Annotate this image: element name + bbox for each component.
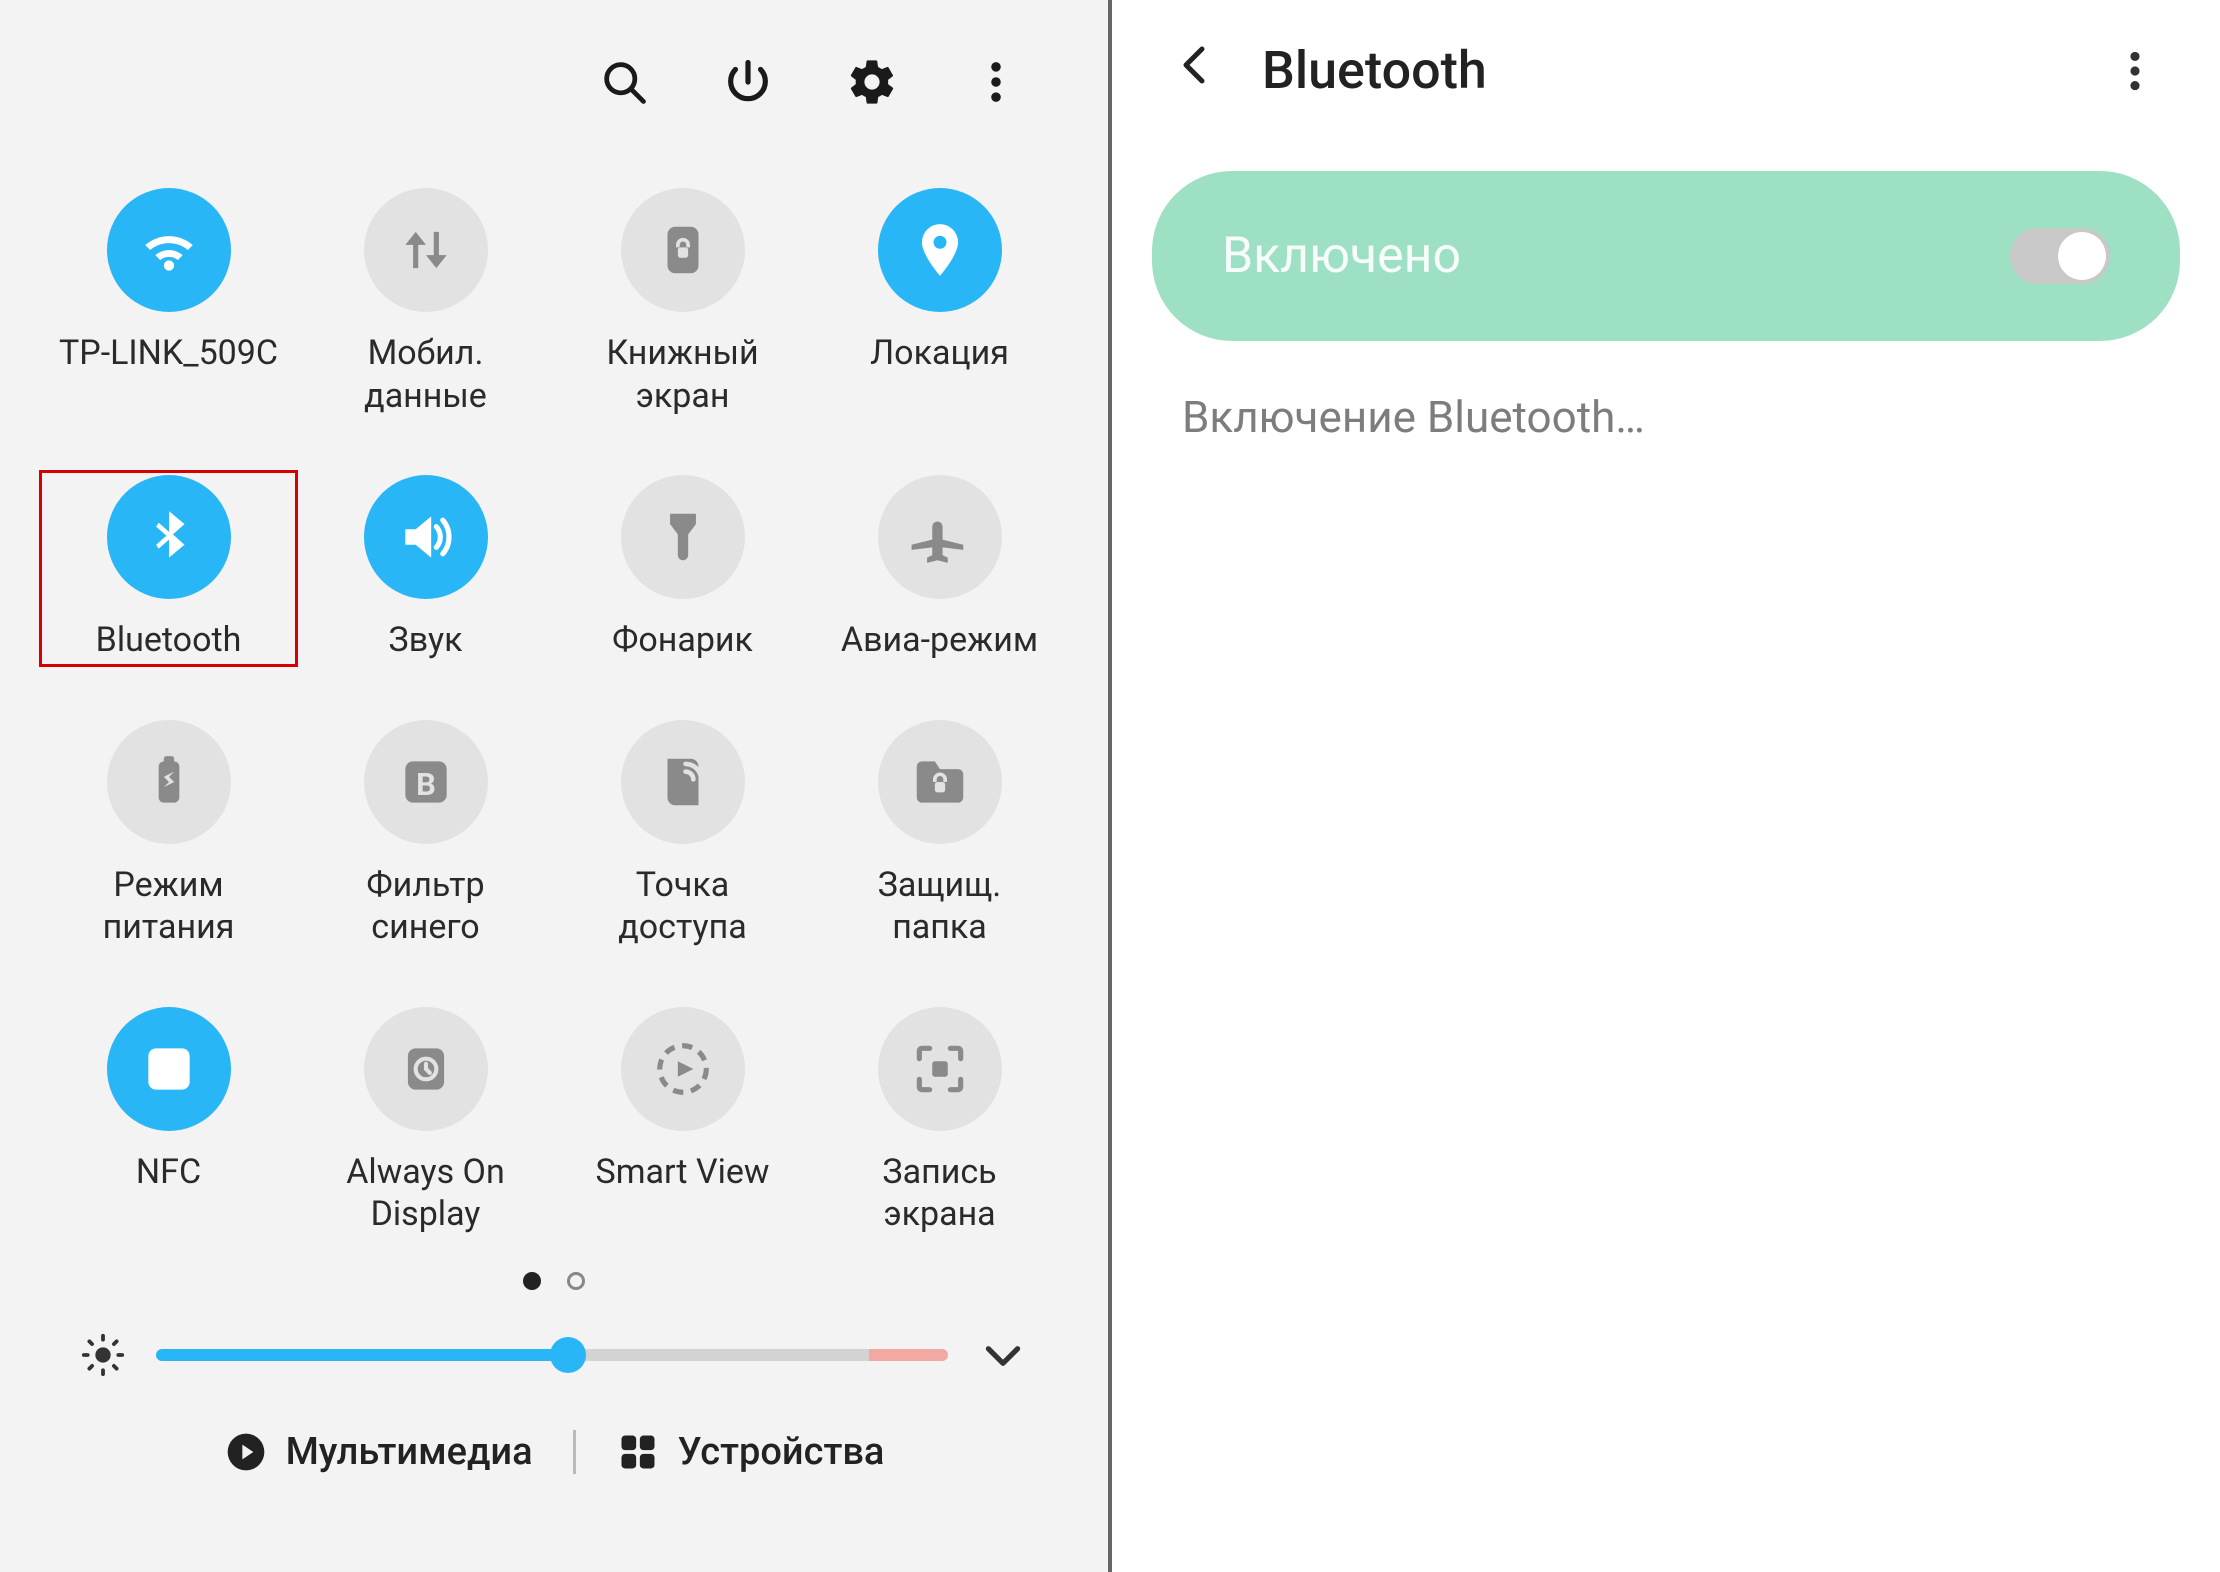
tile-label: Звук [389,619,463,662]
tile-label: Фонарик [612,619,753,662]
tile-label: Локация [870,332,1009,375]
tile-label: Bluetooth [96,619,242,662]
multimedia-label: Мультимедиа [286,1430,533,1474]
more-vert-icon[interactable] [2110,46,2160,96]
tile-wifi[interactable]: TP-LINK_509C [40,184,297,421]
bt-enable-banner: Включено [1152,171,2180,341]
tile-label: Мобил. данные [316,332,536,417]
tile-smart-view[interactable]: Smart View [554,1003,811,1240]
devices-label: Устройства [678,1430,885,1474]
tile-location[interactable]: Локация [811,184,1068,421]
bottom-separator [573,1430,576,1474]
tile-blue-filter[interactable]: Фильтр синего [297,716,554,953]
tile-label: Smart View [596,1151,770,1194]
wifi-icon[interactable] [107,188,231,312]
clock-panel-icon[interactable] [364,1007,488,1131]
brightness-icon[interactable] [80,1332,126,1378]
page-title: Bluetooth [1262,40,2110,101]
bluetooth-toggle[interactable] [2010,228,2110,284]
cast-icon[interactable] [621,1007,745,1131]
brightness-slider[interactable] [156,1349,948,1361]
power-icon[interactable] [716,50,780,114]
tile-airplane[interactable]: Авиа-режим [811,471,1068,666]
tile-hotspot[interactable]: Точка доступа [554,716,811,953]
page-dot-2[interactable] [567,1272,585,1290]
grid-icon [616,1430,660,1474]
letter-b-icon[interactable] [364,720,488,844]
folder-lock-icon[interactable] [878,720,1002,844]
more-vert-icon[interactable] [964,50,1028,114]
updown-icon[interactable] [364,188,488,312]
flashlight-icon[interactable] [621,475,745,599]
tile-power-mode[interactable]: Режим питания [40,716,297,953]
lock-portrait-icon[interactable] [621,188,745,312]
tile-label: TP-LINK_509C [59,332,278,375]
chevron-down-icon[interactable] [978,1330,1028,1380]
tile-secure-folder[interactable]: Защищ. папка [811,716,1068,953]
tile-mobile-data[interactable]: Мобил. данные [297,184,554,421]
tile-aod[interactable]: Always On Display [297,1003,554,1240]
back-button[interactable] [1172,41,1232,101]
search-icon[interactable] [592,50,656,114]
airplane-icon[interactable] [878,475,1002,599]
tile-label: NFC [136,1151,201,1194]
qs-toolbar [0,0,1108,154]
devices-button[interactable]: Устройства [616,1430,885,1474]
bluetooth-page: Bluetooth Включено Включение Bluetooth… [1112,0,2220,1572]
tile-bluetooth[interactable]: Bluetooth [40,471,297,666]
tile-label: Запись экрана [830,1151,1050,1236]
hotspot-icon[interactable] [621,720,745,844]
rec-frame-icon[interactable] [878,1007,1002,1131]
page-dot-1[interactable] [523,1272,541,1290]
qs-grid: TP-LINK_509C Мобил. данные Книжный экран Ло… [0,154,1108,1240]
tile-nfc[interactable]: NFC [40,1003,297,1240]
tile-label: Авиа-режим [841,619,1038,662]
tile-label: Книжный экран [573,332,793,417]
tile-label: Защищ. папка [830,864,1050,949]
multimedia-button[interactable]: Мультимедиа [224,1430,533,1474]
brightness-row [0,1290,1108,1380]
nfc-icon[interactable] [107,1007,231,1131]
pagination [0,1272,1108,1290]
bottom-bar: Мультимедиа Устройства [0,1380,1108,1514]
tile-label: Фильтр синего [316,864,536,949]
bluetooth-icon[interactable] [107,475,231,599]
banner-label: Включено [1222,227,1461,285]
speaker-icon[interactable] [364,475,488,599]
battery-eco-icon[interactable] [107,720,231,844]
tile-sound[interactable]: Звук [297,471,554,666]
tile-screen-rec[interactable]: Запись экрана [811,1003,1068,1240]
tile-label: Режим питания [59,864,279,949]
location-icon[interactable] [878,188,1002,312]
bt-toolbar: Bluetooth [1112,0,2220,141]
play-circle-icon [224,1430,268,1474]
tile-book-screen[interactable]: Книжный экран [554,184,811,421]
bluetooth-status-text: Включение Bluetooth… [1112,371,2220,463]
tile-label: Точка доступа [573,864,793,949]
gear-icon[interactable] [840,50,904,114]
tile-label: Always On Display [316,1151,536,1236]
quick-settings-panel: TP-LINK_509C Мобил. данные Книжный экран Ло… [0,0,1108,1572]
tile-flashlight[interactable]: Фонарик [554,471,811,666]
